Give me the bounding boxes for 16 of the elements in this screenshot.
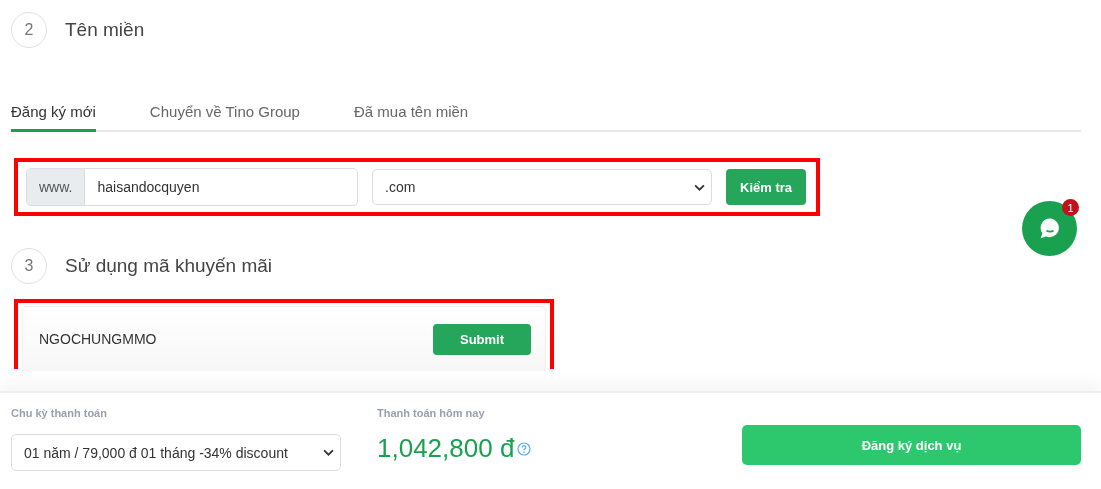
label: Thanh toán hôm nay: [377, 407, 486, 419]
notification-badge: 1: [1062, 199, 1079, 216]
total-amount: 1,042,800 đ: [377, 433, 515, 464]
tld-select[interactable]: .com: [372, 169, 712, 205]
promo-code-input[interactable]: NGOCHUNGMMO: [39, 331, 157, 347]
tab[interactable]: Đã mua tên miền: [353, 103, 469, 132]
billing-cycle-select[interactable]: 01 năm / 79,000 đ 01 tháng -34% discount: [11, 434, 341, 471]
help-icon[interactable]: [517, 441, 532, 456]
section-title: Tên miền: [65, 19, 145, 41]
tab[interactable]: Chuyển về Tino Group: [149, 103, 300, 132]
tab[interactable]: Đăng ký mới: [11, 103, 96, 132]
label: Chu kỳ thanh toán: [11, 407, 108, 419]
chevron-down-icon: [323, 449, 334, 456]
section-title: Sử dụng mã khuyến mãi: [65, 255, 273, 277]
chevron-down-icon: [694, 183, 705, 191]
chat-button[interactable]: 1: [1022, 201, 1077, 256]
